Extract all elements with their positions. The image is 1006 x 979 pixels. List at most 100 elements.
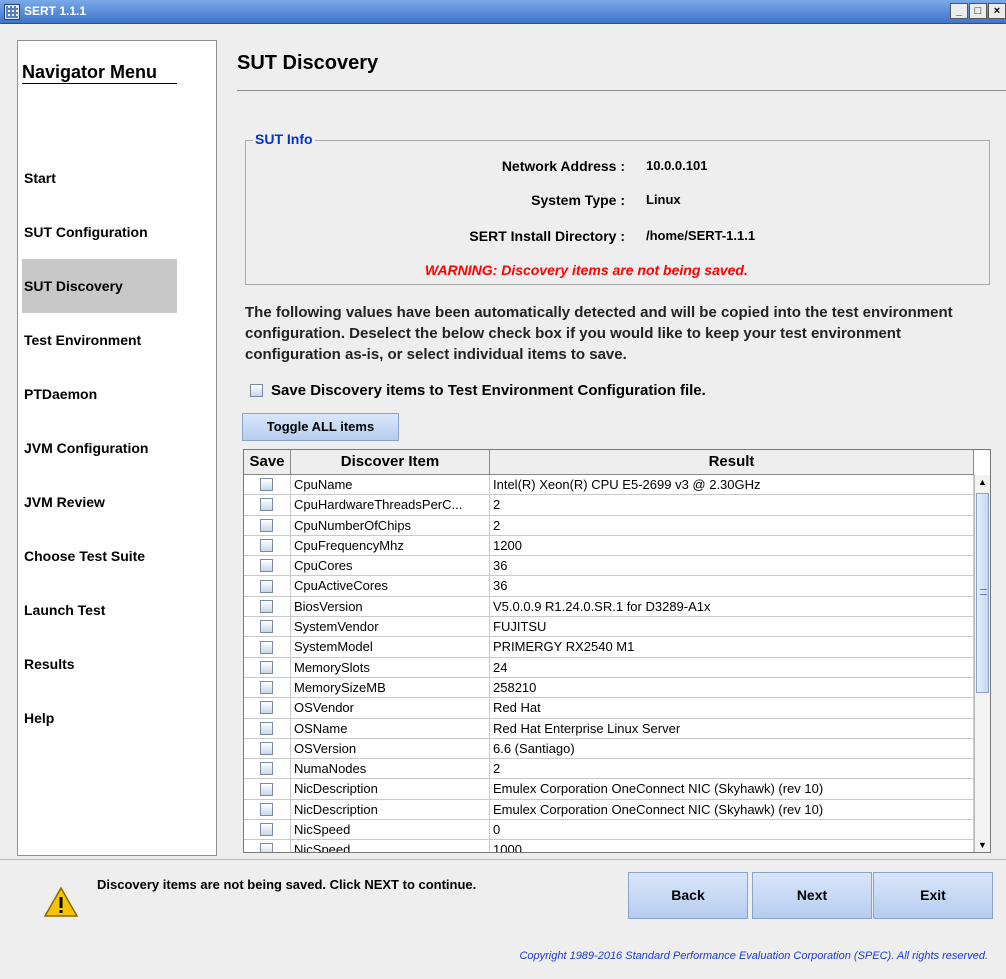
row-save-checkbox[interactable] [259, 843, 273, 852]
window-titlebar: SERT 1.1.1 _ □ × [0, 0, 1006, 24]
row-save-cell[interactable] [244, 495, 291, 515]
table-row[interactable]: NicSpeed 1000 [244, 840, 974, 852]
table-row[interactable]: SystemVendor FUJITSU [244, 617, 974, 638]
nav-item-2[interactable]: SUT Discovery [22, 259, 177, 313]
nav-item-10[interactable]: Help [22, 691, 177, 745]
system-type-label: System Type : [531, 192, 625, 208]
row-result-cell: 36 [490, 576, 974, 596]
row-save-cell[interactable] [244, 657, 291, 677]
row-item-cell: MemorySizeMB [291, 677, 490, 698]
row-item-cell: CpuActiveCores [291, 576, 490, 596]
next-button[interactable]: Next [752, 872, 872, 919]
save-discovery-label[interactable]: Save Discovery items to Test Environment… [271, 382, 706, 399]
row-save-checkbox[interactable] [259, 559, 273, 573]
row-save-cell[interactable] [244, 799, 291, 820]
row-save-checkbox[interactable] [259, 660, 273, 674]
nav-item-6[interactable]: JVM Review [22, 475, 177, 529]
table-row[interactable]: NicDescription Emulex Corporation OneConn… [244, 779, 974, 800]
scroll-down-icon[interactable]: ▼ [975, 838, 990, 852]
table-row[interactable]: CpuName Intel(R) Xeon(R) CPU E5-2699 v3 @… [244, 475, 974, 496]
table-row[interactable]: NicSpeed 0 [244, 820, 974, 841]
row-save-checkbox[interactable] [259, 498, 273, 512]
row-save-cell[interactable] [244, 637, 291, 657]
header-discover-item[interactable]: Discover Item [291, 450, 490, 474]
nav-item-3[interactable]: Test Environment [22, 313, 177, 367]
nav-item-4[interactable]: PTDaemon [22, 367, 177, 421]
row-save-cell[interactable] [244, 759, 291, 779]
table-row[interactable]: CpuHardwareThreadsPerC... 2 [244, 495, 974, 516]
header-result[interactable]: Result [490, 450, 974, 474]
exit-button[interactable]: Exit [873, 872, 993, 919]
page-title: SUT Discovery [237, 52, 379, 74]
table-row[interactable]: MemorySizeMB 258210 [244, 677, 974, 699]
header-save[interactable]: Save [244, 450, 291, 474]
back-button[interactable]: Back [628, 872, 748, 919]
row-save-checkbox[interactable] [259, 478, 273, 492]
row-item-cell: OSVendor [291, 698, 490, 718]
row-save-checkbox[interactable] [259, 539, 273, 553]
save-discovery-row[interactable]: Save Discovery items to Test Environment… [250, 382, 706, 399]
row-save-cell[interactable] [244, 677, 291, 698]
row-save-cell[interactable] [244, 515, 291, 535]
row-save-cell[interactable] [244, 617, 291, 637]
row-save-cell[interactable] [244, 535, 291, 556]
table-row[interactable]: CpuFrequencyMhz 1200 [244, 535, 974, 557]
row-save-checkbox[interactable] [259, 782, 273, 796]
row-save-cell[interactable] [244, 596, 291, 617]
scroll-up-icon[interactable]: ▲ [975, 475, 990, 490]
row-save-checkbox[interactable] [259, 518, 273, 532]
nav-item-8[interactable]: Launch Test [22, 583, 177, 637]
row-save-checkbox[interactable] [259, 681, 273, 695]
table-row[interactable]: CpuCores 36 [244, 556, 974, 577]
row-item-cell: NicDescription [291, 779, 490, 799]
row-item-cell: NumaNodes [291, 759, 490, 779]
nav-item-0[interactable]: Start [22, 151, 177, 205]
table-row[interactable]: BiosVersion V5.0.0.9 R1.24.0.SR.1 for D32… [244, 596, 974, 618]
nav-item-9[interactable]: Results [22, 637, 177, 691]
table-row[interactable]: CpuNumberOfChips 2 [244, 515, 974, 536]
table-row[interactable]: CpuActiveCores 36 [244, 576, 974, 597]
row-save-cell[interactable] [244, 738, 291, 759]
table-row[interactable]: MemorySlots 24 [244, 657, 974, 678]
row-save-checkbox[interactable] [259, 701, 273, 715]
table-row[interactable]: NumaNodes 2 [244, 759, 974, 780]
status-message: Discovery items are not being saved. Cli… [97, 877, 477, 892]
toggle-all-button[interactable]: Toggle ALL items [242, 413, 399, 441]
table-row[interactable]: OSName Red Hat Enterprise Linux Server [244, 718, 974, 739]
nav-item-5[interactable]: JVM Configuration [22, 421, 177, 475]
close-icon[interactable]: × [988, 3, 1006, 19]
nav-item-7[interactable]: Choose Test Suite [22, 529, 177, 583]
table-scrollbar[interactable]: ▲ ▼ [974, 475, 990, 852]
row-save-cell[interactable] [244, 576, 291, 596]
table-row[interactable]: OSVendor Red Hat [244, 698, 974, 719]
row-save-cell[interactable] [244, 840, 291, 852]
table-row[interactable]: NicDescription Emulex Corporation OneConn… [244, 799, 974, 821]
row-save-checkbox[interactable] [259, 640, 273, 654]
row-save-checkbox[interactable] [259, 742, 273, 755]
row-save-checkbox[interactable] [259, 579, 273, 593]
save-discovery-checkbox[interactable] [250, 384, 263, 397]
row-save-cell[interactable] [244, 698, 291, 718]
table-row[interactable]: SystemModel PRIMERGY RX2540 M1 [244, 637, 974, 658]
row-item-cell: CpuHardwareThreadsPerC... [291, 495, 490, 515]
minimize-icon[interactable]: _ [950, 3, 968, 19]
row-save-cell[interactable] [244, 718, 291, 738]
row-save-cell[interactable] [244, 556, 291, 576]
row-save-checkbox[interactable] [259, 762, 273, 776]
scroll-thumb[interactable] [976, 493, 989, 693]
table-body: CpuName Intel(R) Xeon(R) CPU E5-2699 v3 @… [244, 475, 974, 852]
row-save-cell[interactable] [244, 779, 291, 799]
maximize-icon[interactable]: □ [969, 3, 987, 19]
row-save-checkbox[interactable] [259, 599, 273, 613]
row-result-cell: 24 [490, 657, 974, 677]
nav-item-1[interactable]: SUT Configuration [22, 205, 177, 259]
table-row[interactable]: OSVersion 6.6 (Santiago) [244, 738, 974, 760]
row-item-cell: SystemVendor [291, 617, 490, 637]
row-save-cell[interactable] [244, 820, 291, 840]
row-save-checkbox[interactable] [259, 721, 273, 735]
row-save-checkbox[interactable] [259, 802, 273, 816]
row-save-checkbox[interactable] [259, 823, 273, 837]
row-save-checkbox[interactable] [259, 620, 273, 634]
row-result-cell: 36 [490, 556, 974, 576]
row-save-cell[interactable] [244, 475, 291, 495]
